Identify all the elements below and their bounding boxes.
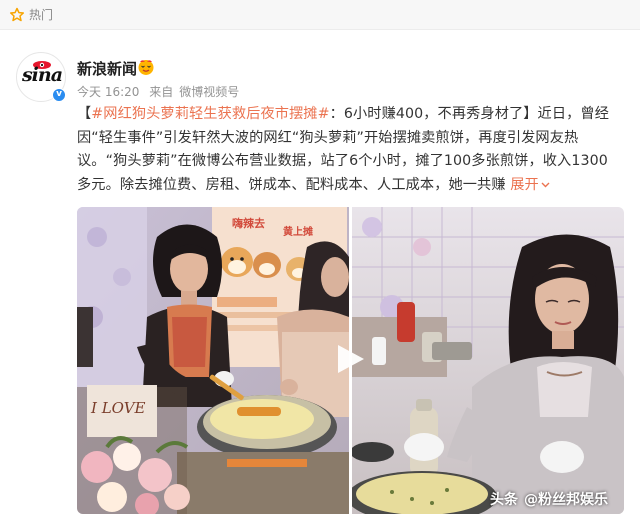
hot-header-bar: 热门 xyxy=(0,0,640,30)
avatar-logo-text: sina xyxy=(21,64,63,86)
stall-sign-text: 嗨辣去 xyxy=(232,216,265,230)
source-prefix: 来自 xyxy=(149,85,174,99)
post-source[interactable]: 微博视频号 xyxy=(179,85,239,99)
video-right-frame[interactable] xyxy=(352,207,624,514)
love-card-text: I LOVE xyxy=(90,399,146,417)
post-meta: 今天 16:20 来自 微博视频号 xyxy=(77,83,245,100)
text-bracket-open: 【 xyxy=(77,106,92,122)
video-left-frame[interactable]: 嗨辣去 黄上摊 I LOVE xyxy=(77,207,349,514)
flower-bouquet: I LOVE xyxy=(77,385,190,514)
expand-label: 展开 xyxy=(510,176,539,193)
verified-badge-icon: v xyxy=(52,88,66,102)
stall-sign-text-2: 黄上摊 xyxy=(283,225,313,238)
expand-link[interactable]: 展开 xyxy=(510,177,550,193)
vip-emoji-icon[interactable] xyxy=(137,58,155,76)
play-icon[interactable] xyxy=(334,343,366,375)
post-time[interactable]: 今天 16:20 xyxy=(77,85,139,99)
hot-label[interactable]: 热门 xyxy=(29,7,53,23)
hot-star-icon xyxy=(9,7,25,22)
post-text: 【#网红狗头萝莉轻生获救后夜市摆摊#：6小时赚400，不再秀身材了】近日，曾经因… xyxy=(77,103,622,197)
toutiao-watermark: 头条 @粉丝邦娱乐 xyxy=(490,489,608,509)
author-name[interactable]: 新浪新闻 xyxy=(77,58,137,79)
watermark-brand: 头条 xyxy=(490,492,518,508)
watermark-account: @粉丝邦娱乐 xyxy=(524,492,608,508)
topic-link[interactable]: #网红狗头萝莉轻生获救后夜市摆摊# xyxy=(91,106,329,122)
chevron-down-icon xyxy=(541,182,550,187)
